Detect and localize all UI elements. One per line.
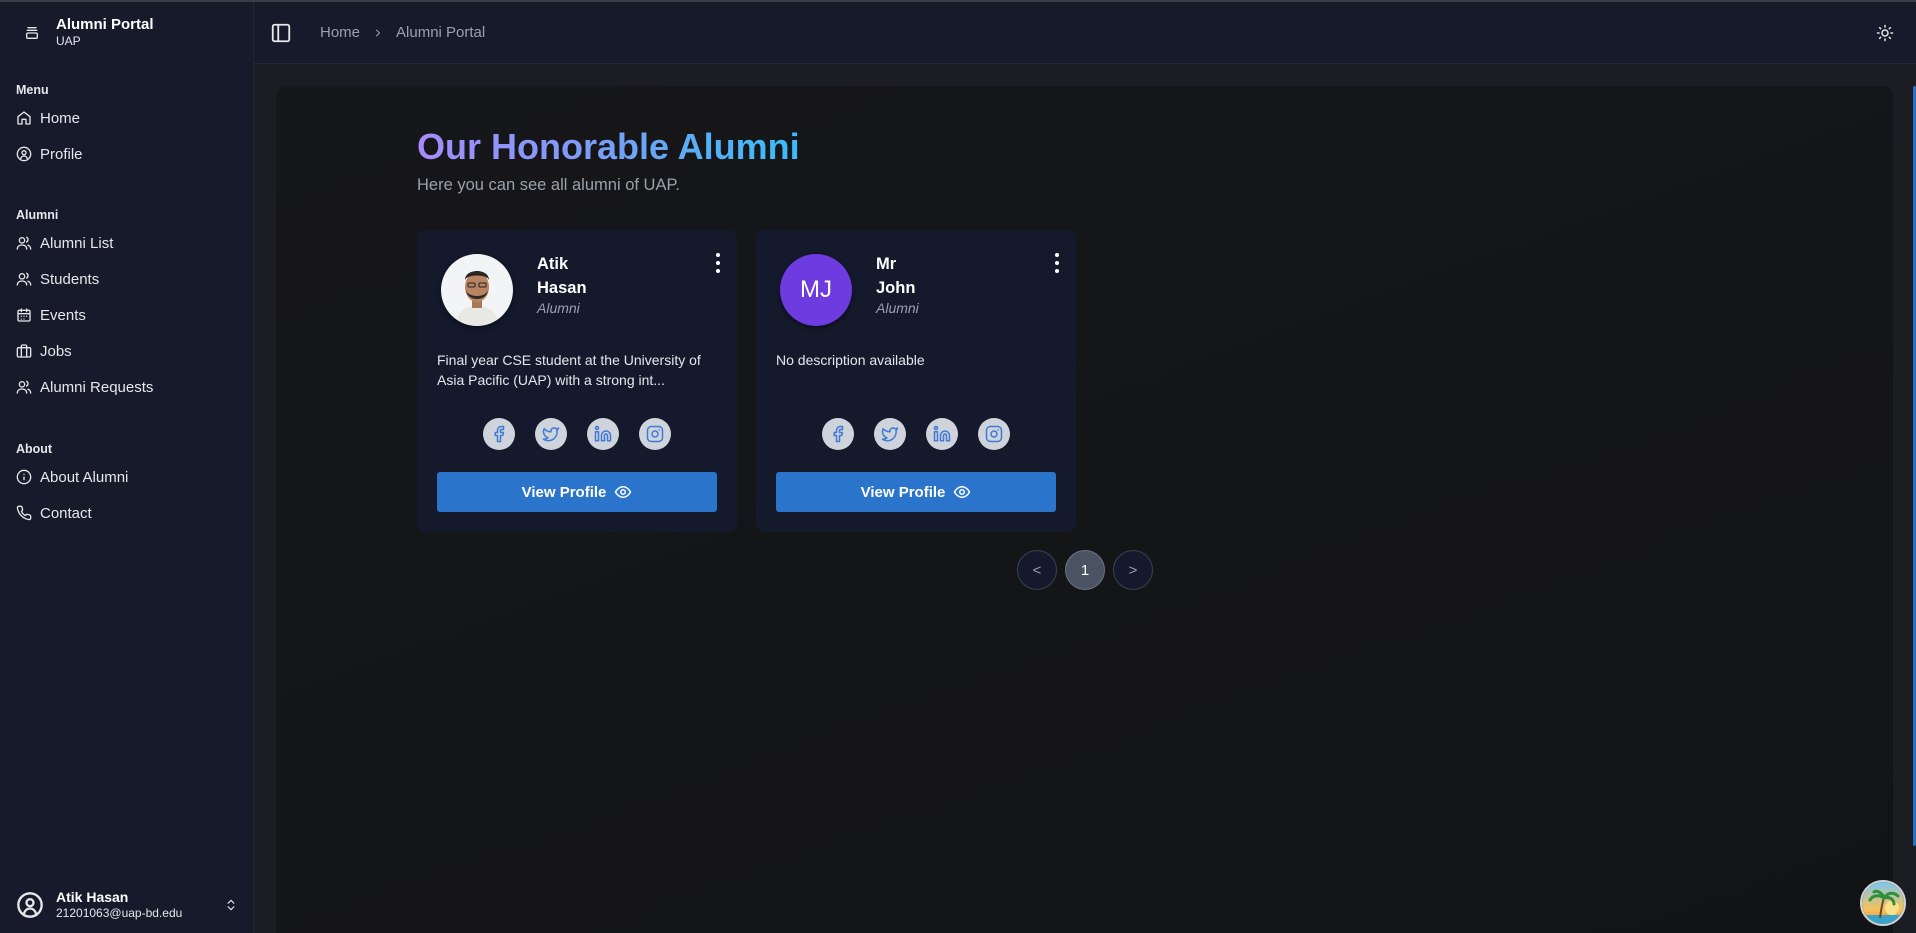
next-page-button[interactable]: > — [1113, 550, 1153, 590]
assistant-avatar-button[interactable] — [1860, 880, 1906, 926]
sun-icon[interactable] — [1876, 24, 1894, 42]
alumni-first-name: Mr — [876, 255, 897, 273]
group-label-alumni: Alumni — [16, 208, 59, 222]
breadcrumb-home[interactable]: Home — [320, 24, 360, 41]
facebook-link[interactable] — [822, 418, 854, 450]
alumni-description: No description available — [776, 352, 925, 368]
instagram-icon — [985, 425, 1003, 443]
layers-icon — [16, 17, 48, 49]
users-icon — [16, 380, 32, 394]
chevron-right-icon — [376, 29, 381, 36]
sidebar-item-jobs[interactable]: Jobs — [0, 333, 254, 369]
twitter-link[interactable] — [535, 418, 567, 450]
brand-subtitle: UAP — [56, 34, 81, 48]
sidebar-item-home[interactable]: Home — [0, 100, 254, 136]
user-menu[interactable]: Atik Hasan 21201063@uap-bd.edu — [16, 885, 238, 925]
twitter-icon — [881, 427, 899, 442]
twitter-link[interactable] — [874, 418, 906, 450]
more-vertical-icon[interactable] — [715, 252, 721, 274]
sidebar-item-label: Students — [40, 270, 100, 288]
users-icon — [16, 272, 32, 286]
alumni-card: Atik Hasan Alumni Final year CSE student… — [417, 230, 737, 532]
alumni-description: Final year CSE student at the University… — [437, 352, 701, 388]
sidebar-toggle-icon[interactable] — [270, 22, 292, 44]
facebook-icon — [494, 425, 505, 443]
more-vertical-icon[interactable] — [1054, 252, 1060, 274]
sidebar-item-label: Jobs — [40, 342, 72, 360]
chevrons-up-down-icon — [227, 899, 235, 911]
page-button-current[interactable]: 1 — [1065, 550, 1105, 590]
instagram-link[interactable] — [639, 418, 671, 450]
page-subtitle: Here you can see all alumni of UAP. — [417, 176, 680, 194]
linkedin-link[interactable] — [587, 418, 619, 450]
sidebar-item-label: Profile — [40, 145, 83, 163]
alumni-name: Atik Hasan — [537, 252, 617, 300]
sidebar-item-label: Home — [40, 109, 81, 127]
eye-icon — [615, 486, 632, 498]
page-title: Our Honorable Alumni — [417, 126, 800, 167]
sidebar-item-profile[interactable]: Profile — [0, 136, 254, 172]
info-icon — [16, 469, 32, 485]
sidebar-item-contact[interactable]: Contact — [0, 495, 254, 531]
breadcrumb: Home Alumni Portal — [320, 24, 485, 41]
user-name: Atik Hasan — [56, 889, 129, 905]
users-icon — [16, 236, 32, 250]
sidebar-item-label: Alumni Requests — [40, 378, 154, 396]
nav-group-about: About About Alumni Contact — [0, 439, 254, 531]
facebook-icon — [833, 425, 844, 443]
group-label-menu: Menu — [16, 83, 49, 97]
alumni-card: MJ Mr John Alumni No description availab… — [756, 230, 1076, 532]
linkedin-icon — [933, 425, 951, 442]
sidebar-item-about-alumni[interactable]: About Alumni — [0, 459, 254, 495]
brand[interactable]: Alumni Portal UAP — [16, 16, 154, 49]
twitter-icon — [542, 427, 560, 442]
calendar-icon — [17, 308, 31, 322]
phone-icon — [16, 505, 32, 521]
sidebar-item-events[interactable]: Events — [0, 297, 254, 333]
user-circle-icon — [17, 892, 43, 918]
palm-tree-icon — [1862, 882, 1904, 924]
home-icon — [17, 111, 31, 125]
view-profile-button[interactable]: View Profile — [776, 472, 1056, 512]
eye-icon — [954, 486, 971, 498]
sidebar-item-label: Alumni List — [40, 234, 114, 252]
alumni-role: Alumni — [876, 300, 919, 316]
nav-group-alumni: Alumni Alumni List Students Events Jobs … — [0, 205, 254, 405]
linkedin-link[interactable] — [926, 418, 958, 450]
instagram-icon — [646, 425, 664, 443]
view-profile-label: View Profile — [860, 483, 946, 501]
sidebar-item-alumni-requests[interactable]: Alumni Requests — [0, 369, 254, 405]
linkedin-icon — [594, 425, 612, 442]
instagram-link[interactable] — [978, 418, 1010, 450]
sidebar-item-students[interactable]: Students — [0, 261, 254, 297]
main-content: Our Honorable Alumni Here you can see al… — [276, 86, 1893, 933]
sidebar-item-alumni-list[interactable]: Alumni List — [0, 225, 254, 261]
alumni-first-name: Atik — [537, 255, 569, 273]
alumni-last-name: John — [876, 279, 916, 297]
user-email: 21201063@uap-bd.edu — [56, 906, 183, 920]
facebook-link[interactable] — [483, 418, 515, 450]
sidebar-item-label: Contact — [40, 504, 92, 522]
nav-group-menu: Menu Home Profile — [0, 80, 254, 172]
user-circle-icon — [16, 146, 32, 162]
view-profile-button[interactable]: View Profile — [437, 472, 717, 512]
sidebar-item-label: About Alumni — [40, 468, 129, 486]
alumni-last-name: Hasan — [537, 279, 587, 297]
sidebar: Alumni Portal UAP Menu Home Profile Alum… — [0, 2, 254, 933]
alumni-role: Alumni — [537, 300, 580, 316]
top-bar: Home Alumni Portal — [254, 2, 1916, 64]
avatar — [441, 254, 513, 326]
group-label-about: About — [16, 442, 53, 456]
social-links — [417, 418, 737, 450]
sidebar-item-label: Events — [40, 306, 86, 324]
breadcrumb-current: Alumni Portal — [396, 24, 486, 41]
pagination: < 1 > — [1017, 550, 1153, 590]
brand-title: Alumni Portal — [56, 16, 154, 33]
view-profile-label: View Profile — [521, 483, 607, 501]
prev-page-button[interactable]: < — [1017, 550, 1057, 590]
alumni-name: Mr John — [876, 252, 956, 300]
briefcase-icon — [16, 344, 32, 358]
social-links — [756, 418, 1076, 450]
avatar: MJ — [780, 254, 852, 326]
